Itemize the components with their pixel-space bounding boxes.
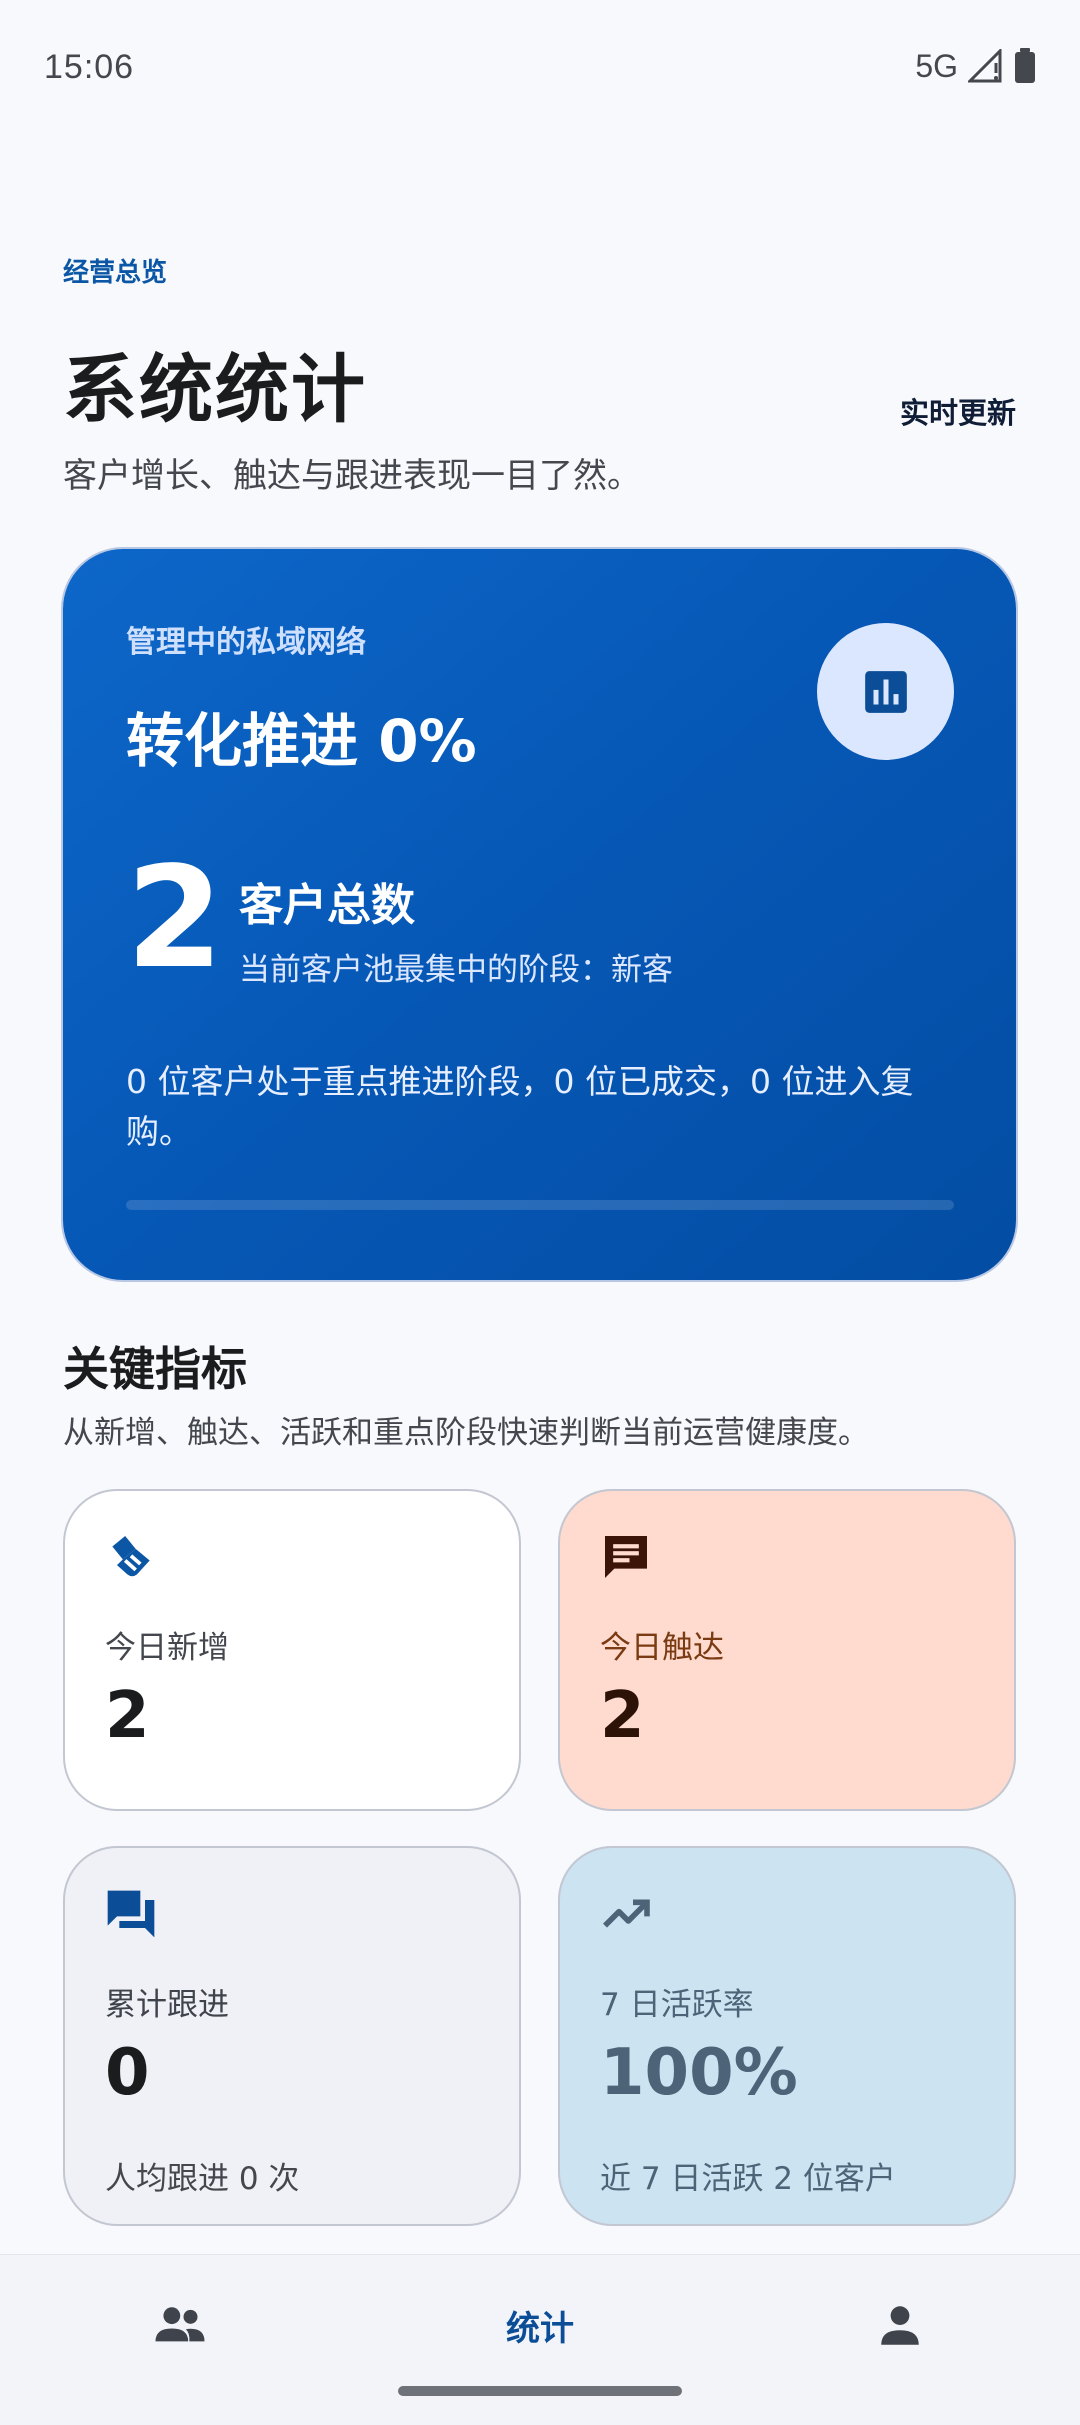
conversion-progress-bar <box>126 1200 954 1210</box>
bar-chart-icon <box>864 670 907 713</box>
metric-card-touch-today[interactable]: 今日触达 2 <box>558 1489 1016 1811</box>
metric-label: 7 日活跃率 <box>600 1987 754 2023</box>
metric-label: 今日新增 <box>105 1630 229 1666</box>
chat-icon <box>605 1536 647 1578</box>
nav-customers[interactable] <box>0 2255 360 2425</box>
status-bar: 15:06 5G <box>0 0 1080 140</box>
status-time: 15:06 <box>44 48 135 86</box>
nav-profile[interactable] <box>720 2255 1080 2425</box>
stage-breakdown-text: 0 位客户处于重点推进阶段，0 位已成交，0 位进入复购。 <box>126 1062 914 1151</box>
metric-label: 今日触达 <box>600 1630 724 1666</box>
hero-eyebrow: 管理中的私域网络 <box>126 625 366 660</box>
live-update-label: 实时更新 <box>899 396 1016 430</box>
home-indicator[interactable] <box>398 2386 682 2396</box>
nav-stats-label: 统计 <box>506 2308 574 2349</box>
total-customers-value: 2 <box>126 837 224 1000</box>
bottom-navigation: 统计 <box>0 2254 1080 2425</box>
trending-up-icon <box>603 1899 650 1928</box>
metric-note: 近 7 日活跃 2 位客户 <box>600 2161 896 2197</box>
metric-value: 2 <box>600 1679 645 1753</box>
metric-card-total-followups[interactable]: 累计跟进 0 人均跟进 0 次 <box>63 1846 521 2226</box>
metric-label: 累计跟进 <box>105 1987 229 2023</box>
metric-value: 2 <box>105 1679 150 1753</box>
person-icon <box>881 2306 919 2345</box>
handshake-icon <box>112 1536 150 1577</box>
people-icon <box>155 2307 205 2342</box>
battery-icon <box>1015 48 1035 83</box>
metric-note: 人均跟进 0 次 <box>105 2161 300 2197</box>
page-title: 系统统计 <box>63 347 367 433</box>
page-subtitle: 客户增长、触达与跟进表现一目了然。 <box>63 456 641 496</box>
metric-value: 100% <box>600 2036 798 2110</box>
metrics-section-title: 关键指标 <box>63 1342 247 1396</box>
conversion-summary-card: 管理中的私域网络 转化推进 0% 2 客户总数 当前客户池最集中的阶段：新客 0… <box>63 549 1016 1280</box>
conversion-progress-title: 转化推进 0% <box>126 707 477 775</box>
hero-badge <box>817 623 954 760</box>
status-icons: 5G <box>915 46 1036 86</box>
metric-card-new-today[interactable]: 今日新增 2 <box>63 1489 521 1811</box>
metric-card-7day-active-rate[interactable]: 7 日活跃率 100% 近 7 日活跃 2 位客户 <box>558 1846 1016 2226</box>
total-customers-label: 客户总数 <box>239 880 415 931</box>
metric-value: 0 <box>105 2036 150 2110</box>
top-stage-text: 当前客户池最集中的阶段：新客 <box>239 952 673 988</box>
forum-icon <box>107 1890 155 1938</box>
network-type: 5G <box>915 47 958 84</box>
nav-stats[interactable]: 统计 <box>360 2255 720 2425</box>
metrics-section-subtitle: 从新增、触达、活跃和重点阶段快速判断当前运营健康度。 <box>63 1415 869 1451</box>
page-eyebrow: 经营总览 <box>63 258 168 288</box>
signal-icon <box>968 49 1002 83</box>
